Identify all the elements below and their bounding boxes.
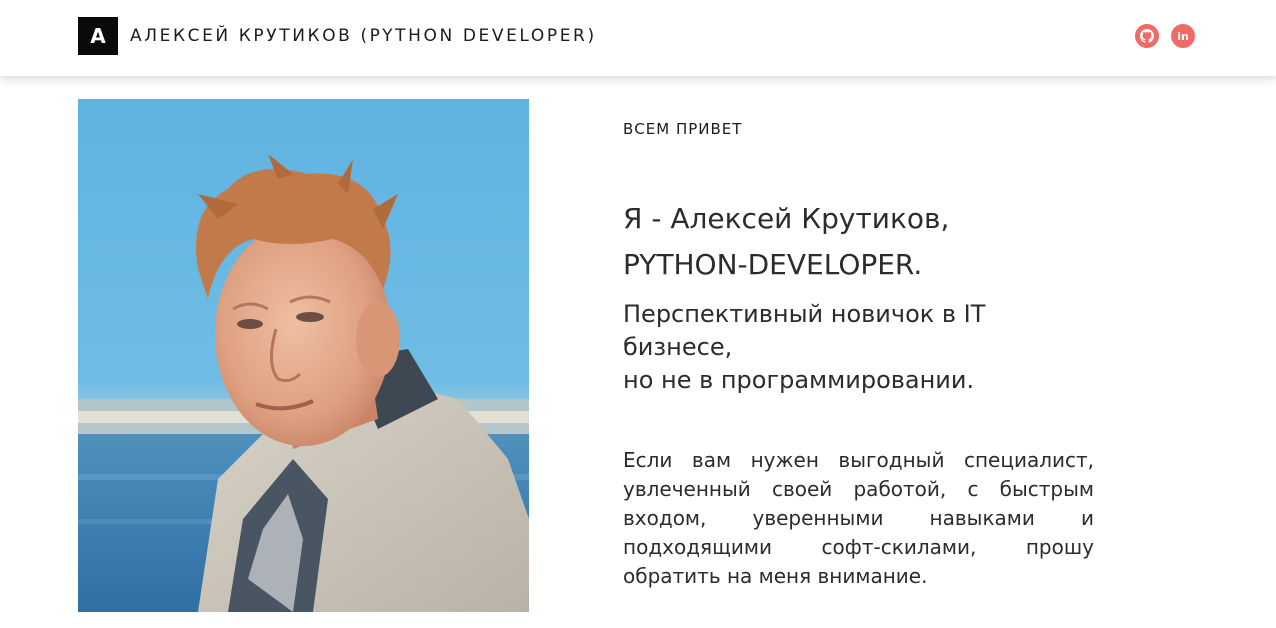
subheadline-line: Перспективный новичок в IT xyxy=(623,300,986,328)
subheadline: Перспективный новичок в IT бизнесе, но н… xyxy=(623,298,1093,397)
intro-paragraph: Если вам нужен выгодный специалист, увле… xyxy=(623,448,1094,588)
site-header: A АЛЕКСЕЙ КРУТИКОВ (PYTHON DEVELOPER) in xyxy=(0,0,1276,76)
logo[interactable]: A xyxy=(78,17,118,55)
github-link[interactable] xyxy=(1135,24,1159,48)
site-title[interactable]: АЛЕКСЕЙ КРУТИКОВ (PYTHON DEVELOPER) xyxy=(130,26,597,46)
headline-name: Я - Алексей Крутиков, xyxy=(623,202,950,235)
github-icon xyxy=(1140,29,1154,43)
headline-role: PYTHON-DEVELOPER. xyxy=(623,248,923,281)
subheadline-line: но не в программировании. xyxy=(623,366,975,394)
linkedin-link[interactable]: in xyxy=(1171,24,1195,48)
subheadline-line: бизнесе, xyxy=(623,333,733,361)
profile-photo xyxy=(78,99,529,612)
greeting: ВСЕМ ПРИВЕТ xyxy=(623,120,743,138)
linkedin-icon: in xyxy=(1177,29,1189,43)
headline: Я - Алексей Крутиков, PYTHON-DEVELOPER. xyxy=(623,196,1103,288)
